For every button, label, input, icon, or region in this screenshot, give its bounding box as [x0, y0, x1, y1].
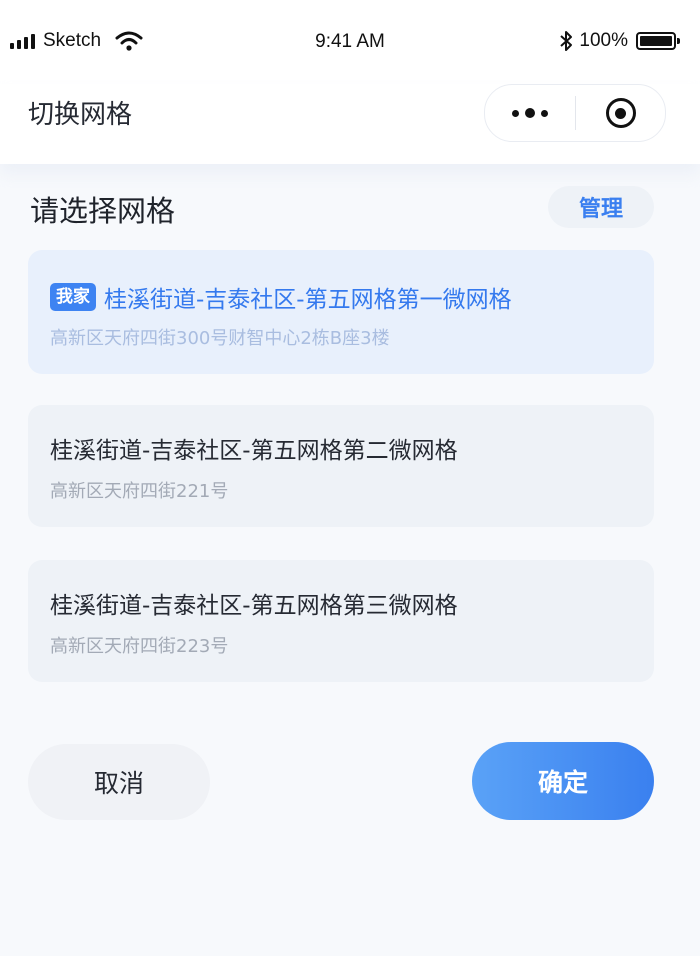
- section-title: 请选择网格: [30, 194, 176, 228]
- cancel-button[interactable]: 取消: [28, 744, 210, 820]
- grid-option-name-row: 桂溪街道-吉泰社区-第五网格第二微网格: [50, 431, 458, 465]
- grid-option-name-row: 桂溪街道-吉泰社区-第五网格第三微网格: [50, 586, 458, 620]
- confirm-button[interactable]: 确定: [472, 742, 654, 820]
- grid-option-address: 高新区天府四街300号财智中心2栋B座3楼: [50, 328, 390, 349]
- bluetooth-icon: [560, 31, 573, 51]
- close-target-icon: [605, 98, 636, 128]
- grid-option-name-row: 我家 桂溪街道-吉泰社区-第五网格第一微网格: [50, 280, 512, 314]
- grid-option-2[interactable]: 桂溪街道-吉泰社区-第五网格第二微网格 高新区天府四街221号: [28, 405, 654, 527]
- nav-bar: 切换网格: [0, 84, 700, 164]
- grid-option-1[interactable]: 我家 桂溪街道-吉泰社区-第五网格第一微网格 高新区天府四街300号财智中心2栋…: [28, 250, 654, 374]
- grid-option-name: 桂溪街道-吉泰社区-第五网格第二微网格: [50, 438, 458, 464]
- grid-option-address: 高新区天府四街223号: [50, 636, 229, 657]
- close-button[interactable]: [576, 85, 665, 141]
- battery-fill: [640, 36, 672, 46]
- battery-icon: [636, 32, 680, 50]
- manage-button[interactable]: 管理: [548, 186, 654, 228]
- more-icon: [512, 108, 548, 118]
- status-bar: Sketch 9:41 AM 100%: [0, 0, 700, 84]
- battery-percent: 100%: [579, 30, 628, 51]
- grid-option-3[interactable]: 桂溪街道-吉泰社区-第五网格第三微网格 高新区天府四街223号: [28, 560, 654, 682]
- home-badge: 我家: [50, 283, 96, 311]
- grid-option-address: 高新区天府四街221号: [50, 481, 229, 502]
- grid-option-name: 桂溪街道-吉泰社区-第五网格第一微网格: [104, 287, 512, 313]
- grid-option-name: 桂溪街道-吉泰社区-第五网格第三微网格: [50, 593, 458, 619]
- status-right: 100%: [559, 30, 680, 52]
- mini-program-capsule: [484, 84, 666, 142]
- more-button[interactable]: [485, 85, 575, 141]
- page-title: 切换网格: [28, 100, 133, 130]
